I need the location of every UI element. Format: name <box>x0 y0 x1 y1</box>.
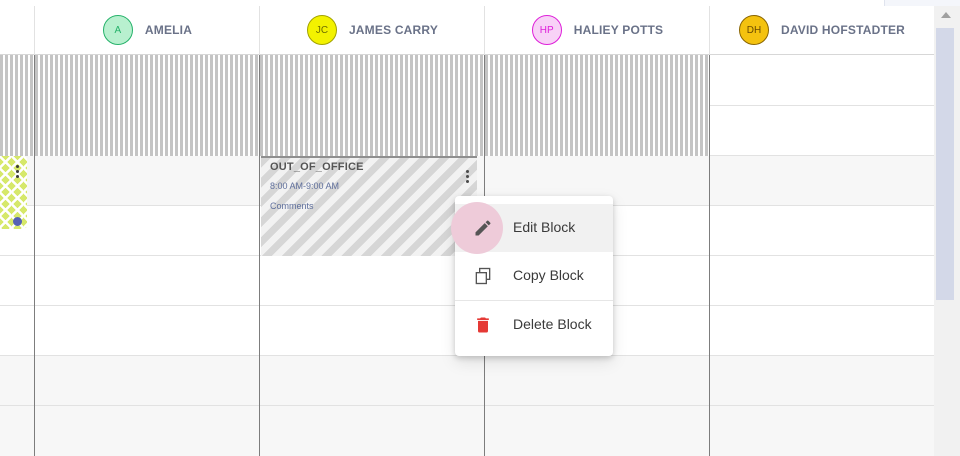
avatar: HP <box>531 15 562 45</box>
menu-item-label: Copy Block <box>513 267 584 283</box>
column-header-james-carry[interactable]: JC JAMES CARRY <box>260 6 485 54</box>
column-divider <box>259 6 260 55</box>
unavailable-block <box>0 55 34 156</box>
pencil-icon <box>471 216 495 240</box>
column-divider <box>34 6 35 55</box>
trash-icon <box>471 313 495 337</box>
time-slot-row[interactable] <box>0 406 934 456</box>
resource-header-row: A AMELIA JC JAMES CARRY HP HALIEY POTTS … <box>0 6 934 55</box>
out-of-office-block[interactable]: OUT_OF_OFFICE 8:00 AM-9:00 AM Comments <box>261 156 477 256</box>
column-divider <box>709 55 710 456</box>
column-name: JAMES CARRY <box>348 23 439 37</box>
column-name: DAVID HOFSTADTER <box>780 23 906 37</box>
column-name: HALIEY POTTS <box>573 23 664 37</box>
copy-icon <box>471 264 495 288</box>
menu-item-label: Edit Block <box>513 219 576 235</box>
scroll-up-icon[interactable] <box>941 12 951 18</box>
menu-item-copy-block[interactable]: Copy Block <box>455 252 613 300</box>
menu-item-edit-block[interactable]: Edit Block <box>451 202 613 254</box>
unavailable-block <box>485 55 710 156</box>
marker-dot <box>13 217 22 226</box>
column-divider <box>709 6 710 55</box>
avatar: JC <box>306 15 337 45</box>
time-slot-row[interactable] <box>0 356 934 406</box>
row-divider <box>0 405 934 406</box>
block-time: 8:00 AM-9:00 AM <box>270 181 340 191</box>
kebab-icon[interactable] <box>465 170 471 185</box>
column-name: AMELIA <box>144 23 193 37</box>
scrollbar-thumb[interactable] <box>936 28 954 300</box>
avatar: A <box>102 15 133 45</box>
menu-item-label: Delete Block <box>513 316 592 332</box>
column-header-david-hofstadter[interactable]: DH DAVID HOFSTADTER <box>710 6 934 54</box>
column-header-haliey-potts[interactable]: HP HALIEY POTTS <box>485 6 710 54</box>
menu-item-delete-block[interactable]: Delete Block <box>455 301 613 349</box>
unavailable-block <box>260 55 485 156</box>
column-divider <box>34 55 35 456</box>
block-comments: Comments <box>270 201 314 211</box>
avatar: DH <box>738 15 769 45</box>
column-header-amelia[interactable]: A AMELIA <box>35 6 260 54</box>
kebab-icon[interactable] <box>15 165 21 180</box>
unavailable-block <box>35 55 260 156</box>
column-divider <box>484 6 485 55</box>
column-divider <box>259 55 260 456</box>
vertical-scrollbar[interactable] <box>934 6 960 456</box>
block-title: OUT_OF_OFFICE <box>270 161 364 173</box>
block-context-menu: Edit Block Copy Block Delete Block <box>451 196 613 356</box>
